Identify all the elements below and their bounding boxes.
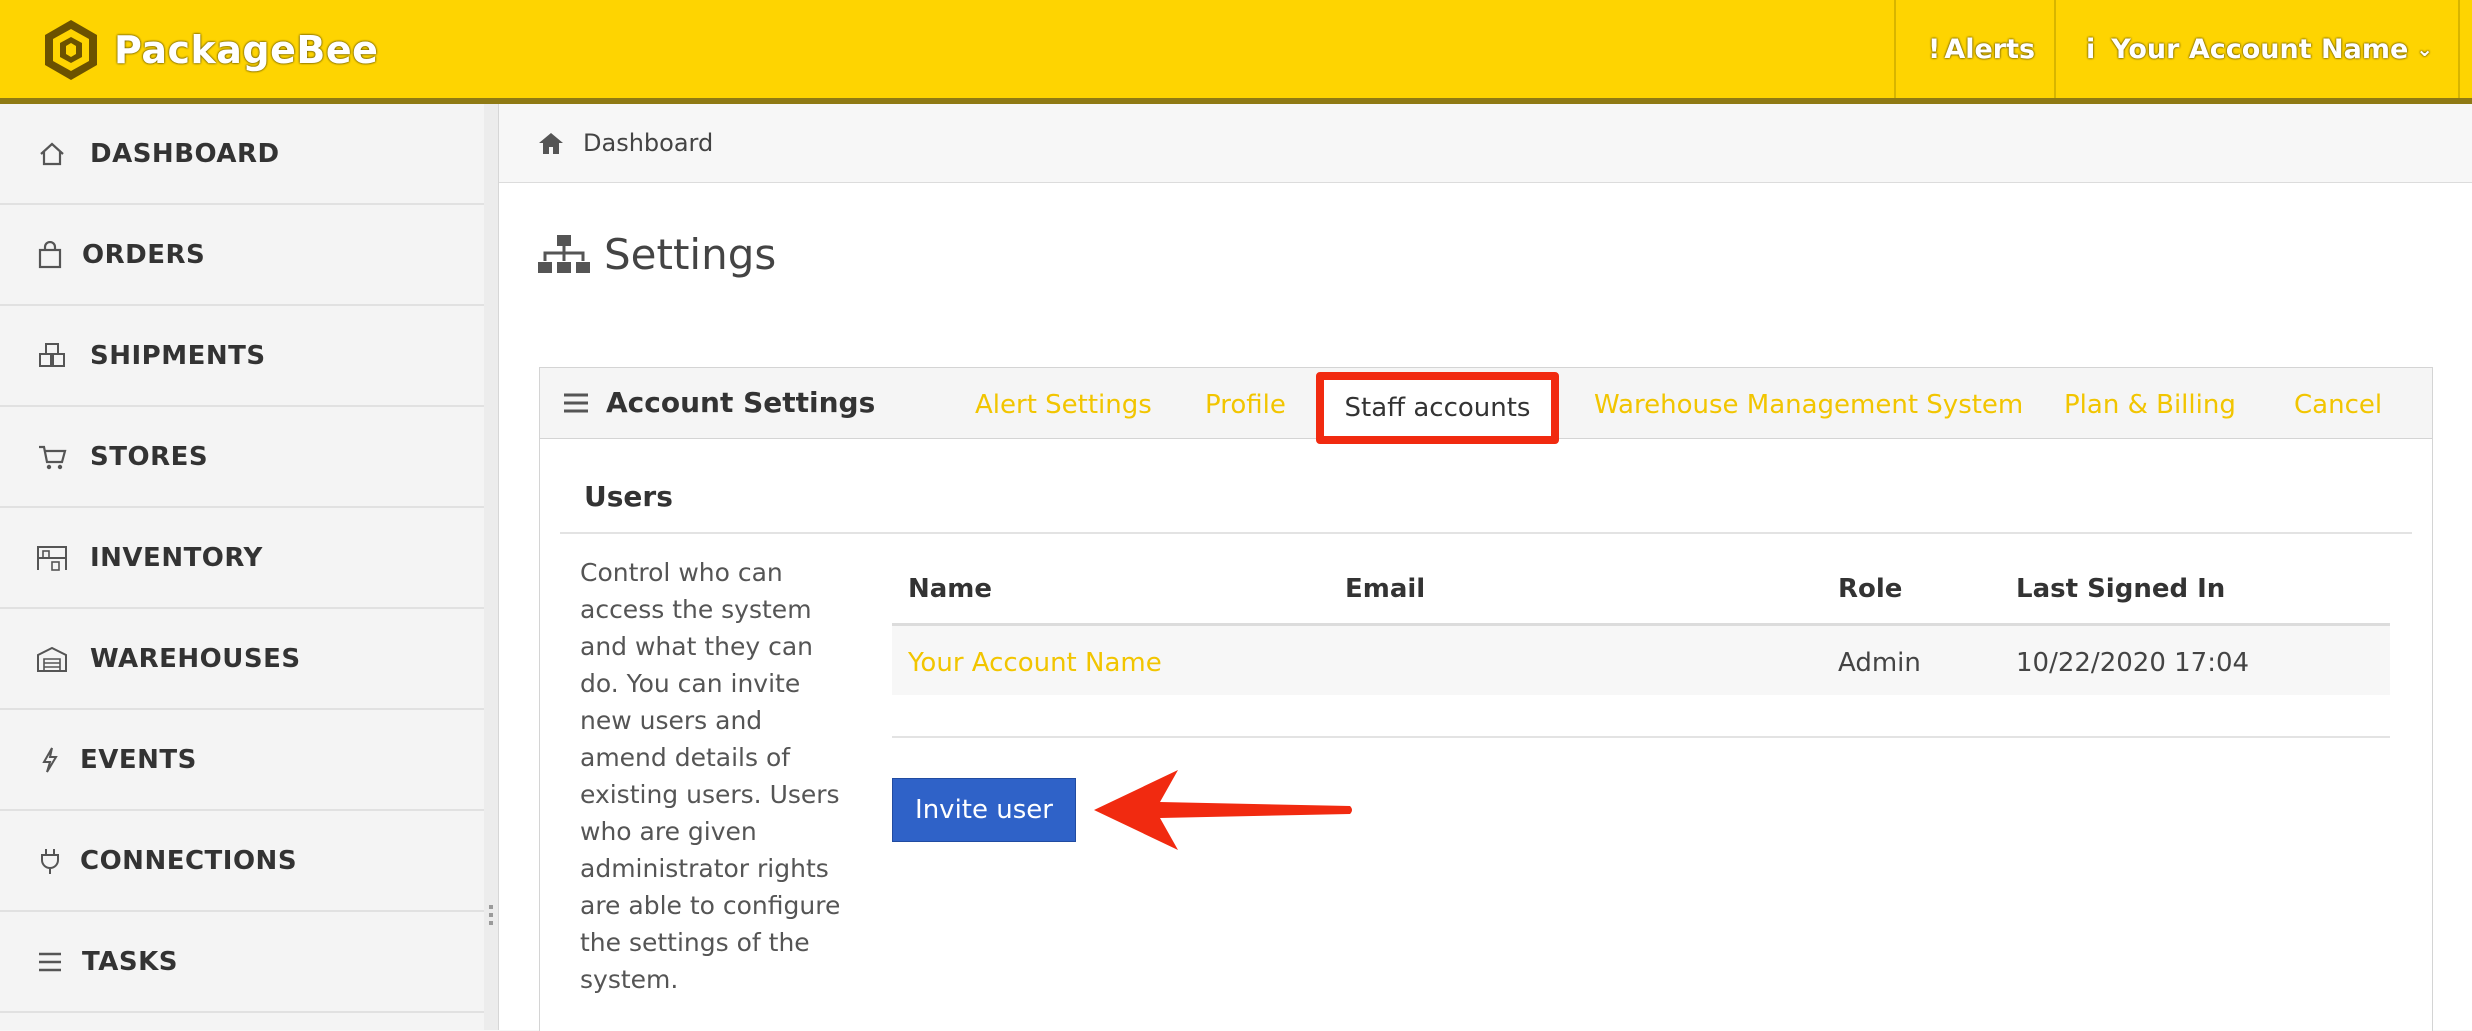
user-role: Admin — [1838, 648, 1921, 678]
user-name-link[interactable]: Your Account Name — [908, 648, 1162, 678]
tab-profile[interactable]: Profile — [1205, 390, 1286, 420]
page-title-text: Settings — [604, 230, 777, 279]
user-last-signed-in: 10/22/2020 17:04 — [2016, 648, 2250, 678]
divider — [560, 532, 2412, 534]
warehouse-icon — [36, 643, 68, 675]
breadcrumb-dashboard-link[interactable]: Dashboard — [583, 129, 713, 157]
info-icon: i — [2086, 33, 2096, 65]
chevron-down-icon: ⌄ — [2416, 37, 2434, 61]
brand-name: PackageBee — [114, 28, 379, 72]
red-arrow-annotation — [1094, 770, 1352, 850]
plug-icon — [34, 845, 66, 877]
invite-user-button[interactable]: Invite user — [892, 778, 1076, 842]
users-description: Control who can access the system and wh… — [580, 558, 841, 994]
column-header-name: Name — [908, 574, 993, 604]
divider — [2458, 0, 2460, 98]
sitemap-icon — [538, 234, 590, 273]
account-settings-panel: Account Settings Alert Settings Profile … — [539, 367, 2433, 1031]
exclamation-icon: ! — [1928, 33, 1941, 65]
bolt-icon — [34, 744, 66, 776]
column-header-last-signed-in: Last Signed In — [2016, 574, 2226, 604]
account-menu[interactable]: i Your Account Name ⌄ — [2086, 0, 2433, 98]
alerts-button[interactable]: ! Alerts — [1928, 0, 2035, 98]
users-heading: Users — [584, 480, 673, 513]
page-title: Settings — [538, 230, 776, 279]
alerts-label: Alerts — [1944, 33, 2036, 65]
sidebar-item-warehouses[interactable]: WAREHOUSES — [0, 609, 484, 710]
sidebar-item-dashboard[interactable]: DASHBOARD — [0, 104, 484, 205]
sidebar-item-label: SHIPMENTS — [90, 340, 266, 371]
sidebar-item-orders[interactable]: ORDERS — [0, 205, 484, 306]
sidebar-item-label: INVENTORY — [90, 542, 263, 573]
warehouse-rack-icon — [36, 542, 68, 574]
sidebar-item-stores[interactable]: STORES — [0, 407, 484, 508]
panel-title: Account Settings — [606, 386, 876, 419]
sidebar-item-label: STORES — [90, 441, 209, 472]
tab-staff-accounts[interactable]: Staff accounts — [1316, 372, 1559, 444]
list-icon — [34, 946, 66, 978]
boxes-icon — [36, 340, 68, 372]
breadcrumb: Dashboard — [499, 104, 2472, 183]
shopping-bag-icon — [34, 239, 66, 271]
column-header-role: Role — [1838, 574, 1903, 604]
tab-cancel[interactable]: Cancel — [2294, 390, 2382, 420]
sidebar-item-inventory[interactable]: INVENTORY — [0, 508, 484, 609]
logo[interactable]: PackageBee — [38, 20, 378, 80]
sidebar: DASHBOARD ORDERS SHIPMENTS STORES INVENT… — [0, 104, 485, 1030]
sidebar-item-connections[interactable]: CONNECTIONS — [0, 811, 484, 912]
cart-icon — [36, 441, 68, 473]
divider — [2054, 0, 2056, 98]
tab-warehouse-management-system[interactable]: Warehouse Management System — [1594, 390, 2023, 420]
hexagon-logo-icon — [45, 20, 97, 80]
menu-icon[interactable] — [564, 392, 588, 414]
sidebar-item-label: WAREHOUSES — [90, 643, 301, 674]
sidebar-item-events[interactable]: EVENTS — [0, 710, 484, 811]
sidebar-resize-handle[interactable] — [484, 104, 499, 1030]
home-icon — [36, 138, 68, 170]
sidebar-item-label: EVENTS — [80, 744, 197, 775]
panel-header: Account Settings Alert Settings Profile … — [540, 368, 2432, 444]
home-icon — [539, 133, 563, 154]
tab-alert-settings[interactable]: Alert Settings — [975, 390, 1152, 420]
sidebar-item-label: CONNECTIONS — [80, 845, 298, 876]
column-header-email: Email — [1345, 574, 1426, 604]
drag-handle-icon — [489, 905, 493, 929]
sidebar-item-label: DASHBOARD — [90, 138, 280, 169]
account-name: Your Account Name — [2111, 33, 2409, 65]
divider — [1894, 0, 1896, 98]
top-bar: PackageBee ! Alerts i Your Account Name … — [0, 0, 2472, 104]
sidebar-item-label: ORDERS — [82, 239, 206, 270]
sidebar-item-label: TASKS — [82, 946, 178, 977]
tab-plan-billing[interactable]: Plan & Billing — [2064, 390, 2236, 420]
divider — [892, 736, 2390, 738]
sidebar-item-tasks[interactable]: TASKS — [0, 912, 484, 1013]
sidebar-item-shipments[interactable]: SHIPMENTS — [0, 306, 484, 407]
